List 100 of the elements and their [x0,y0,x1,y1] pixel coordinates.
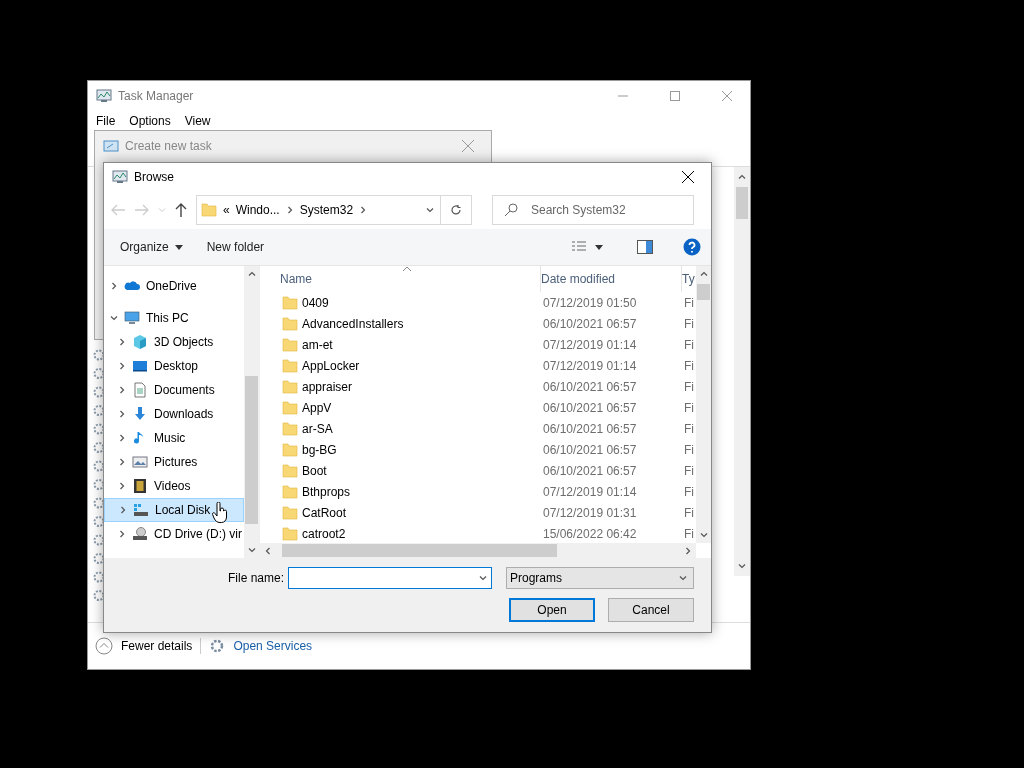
nav-tree-item[interactable]: This PC [104,306,244,330]
type-cell-text: Fi [684,337,695,352]
fewer-details-link[interactable]: Fewer details [121,639,193,653]
nav-tree-item[interactable]: OneDrive [104,274,244,298]
column-header[interactable]: Name [280,266,541,292]
type-cell-text: Fi [684,421,695,436]
forward-arrow-icon[interactable] [134,203,150,217]
scrollbar-thumb[interactable] [245,376,258,524]
refresh-icon[interactable] [450,204,462,216]
overflow-chevron[interactable]: « [223,203,230,217]
nav-tree-item[interactable]: 3D Objects [104,330,244,354]
nav-tree-item[interactable]: Pictures [104,450,244,474]
close-icon[interactable] [682,171,694,183]
file-row[interactable]: AppV 06/10/2021 06:57 Fi [260,397,696,418]
file-row[interactable]: AppLocker 07/12/2019 01:14 Fi [260,355,696,376]
expand-chevron-icon [118,386,126,394]
expand-chevron-icon [118,530,126,538]
caret-icon [174,244,183,250]
folder-icon [282,378,298,395]
expand-chevron-icon [119,506,127,514]
preview-pane-icon[interactable] [637,240,653,254]
file-row[interactable]: ar-SA 06/10/2021 06:57 Fi [260,418,696,439]
folder-icon [282,357,298,374]
nav-tree-item[interactable]: Documents [104,378,244,402]
scroll-down-icon [738,562,746,570]
folder-icon [282,399,298,416]
file-row[interactable]: 0409 07/12/2019 01:50 Fi [260,292,696,313]
help-icon[interactable] [683,238,701,256]
scroll-right-icon [684,546,692,555]
file-row[interactable]: catroot2 15/06/2022 06:42 Fi [260,523,696,543]
menu-item[interactable]: File [96,114,116,128]
view-options-icon[interactable] [571,240,587,254]
cancel-button[interactable]: Cancel [608,598,694,622]
organize-menu-button[interactable]: Organize [112,237,191,257]
file-row[interactable]: Boot 06/10/2021 06:57 Fi [260,460,696,481]
folder-icon [282,483,298,500]
date-cell-text: 07/12/2019 01:50 [543,295,638,310]
breadcrumb[interactable]: System32 [299,203,354,217]
type-cell-text: Fi [684,316,695,331]
folder-icon [282,462,298,479]
picture-icon [132,454,148,470]
horizontal-scrollbar[interactable] [260,543,696,558]
date-cell-text: 06/10/2021 06:57 [543,400,638,415]
address-bar[interactable]: « Windo... System32 [196,195,472,225]
scrollbar-thumb[interactable] [736,187,748,219]
folder-icon [282,525,298,542]
date-cell-text: 06/10/2021 06:57 [543,442,638,457]
window-title: Task Manager [118,89,194,103]
column-header[interactable]: Date modified [541,266,682,292]
new-folder-button[interactable]: New folder [198,237,273,257]
menu-item[interactable]: View [184,114,211,128]
nav-tree-item[interactable]: Local Disk [104,498,244,522]
maximize-icon[interactable] [670,91,680,101]
file-name: Bthprops [302,484,352,499]
disc-drive-icon [132,526,148,542]
file-row[interactable]: appraiser 06/10/2021 06:57 Fi [260,376,696,397]
scroll-down-icon [699,531,708,539]
download-icon [132,406,148,422]
nav-tree-item[interactable]: Music [104,426,244,450]
search-field[interactable]: Search System32 [492,195,694,225]
file-row[interactable]: Bthprops 07/12/2019 01:14 Fi [260,481,696,502]
file-row[interactable]: am-et 07/12/2019 01:14 Fi [260,334,696,355]
expand-chevron-icon [118,338,126,346]
film-icon [132,478,148,494]
recent-caret-icon[interactable] [158,206,166,214]
file-name: appraiser [302,379,354,394]
type-cell-text: Fi [684,526,695,541]
type-cell-text: Fi [684,295,695,310]
collapse-circle-icon[interactable] [95,637,113,655]
scrollbar-thumb[interactable] [282,544,557,557]
back-arrow-icon[interactable] [110,203,126,217]
breadcrumb-chevron-icon [359,206,368,214]
scrollbar-thumb[interactable] [697,284,710,300]
up-arrow-icon[interactable] [174,202,188,218]
file-name: AppV [302,400,333,415]
nav-tree-item[interactable]: Desktop [104,354,244,378]
nav-tree-item[interactable]: Downloads [104,402,244,426]
caret-icon[interactable] [595,244,603,250]
scrollbar[interactable] [244,266,259,558]
file-type-dropdown[interactable]: Programs [506,567,694,589]
menu-item[interactable]: Options [129,114,171,128]
sort-ascending-icon [402,266,412,272]
scrollbar[interactable] [696,266,711,543]
date-cell-text: 06/10/2021 06:57 [543,316,638,331]
file-row[interactable]: CatRoot 07/12/2019 01:31 Fi [260,502,696,523]
scrollbar[interactable] [734,167,750,576]
file-name: ar-SA [302,421,334,436]
open-services-link[interactable]: Open Services [233,639,313,653]
hand-cursor-icon [212,502,229,524]
date-cell-text: 07/12/2019 01:31 [543,505,638,520]
type-cell-text: Fi [684,505,695,520]
window-title: Create new task [125,139,212,153]
file-name-field[interactable] [288,567,492,589]
open-button[interactable]: Open [509,598,595,622]
file-row[interactable]: bg-BG 06/10/2021 06:57 Fi [260,439,696,460]
breadcrumb[interactable]: Windo... [235,203,280,217]
file-row[interactable]: AdvancedInstallers 06/10/2021 06:57 Fi [260,313,696,334]
scroll-up-icon [738,173,746,181]
nav-tree-item[interactable]: CD Drive (D:) vir [104,522,244,546]
nav-tree-item[interactable]: Videos [104,474,244,498]
